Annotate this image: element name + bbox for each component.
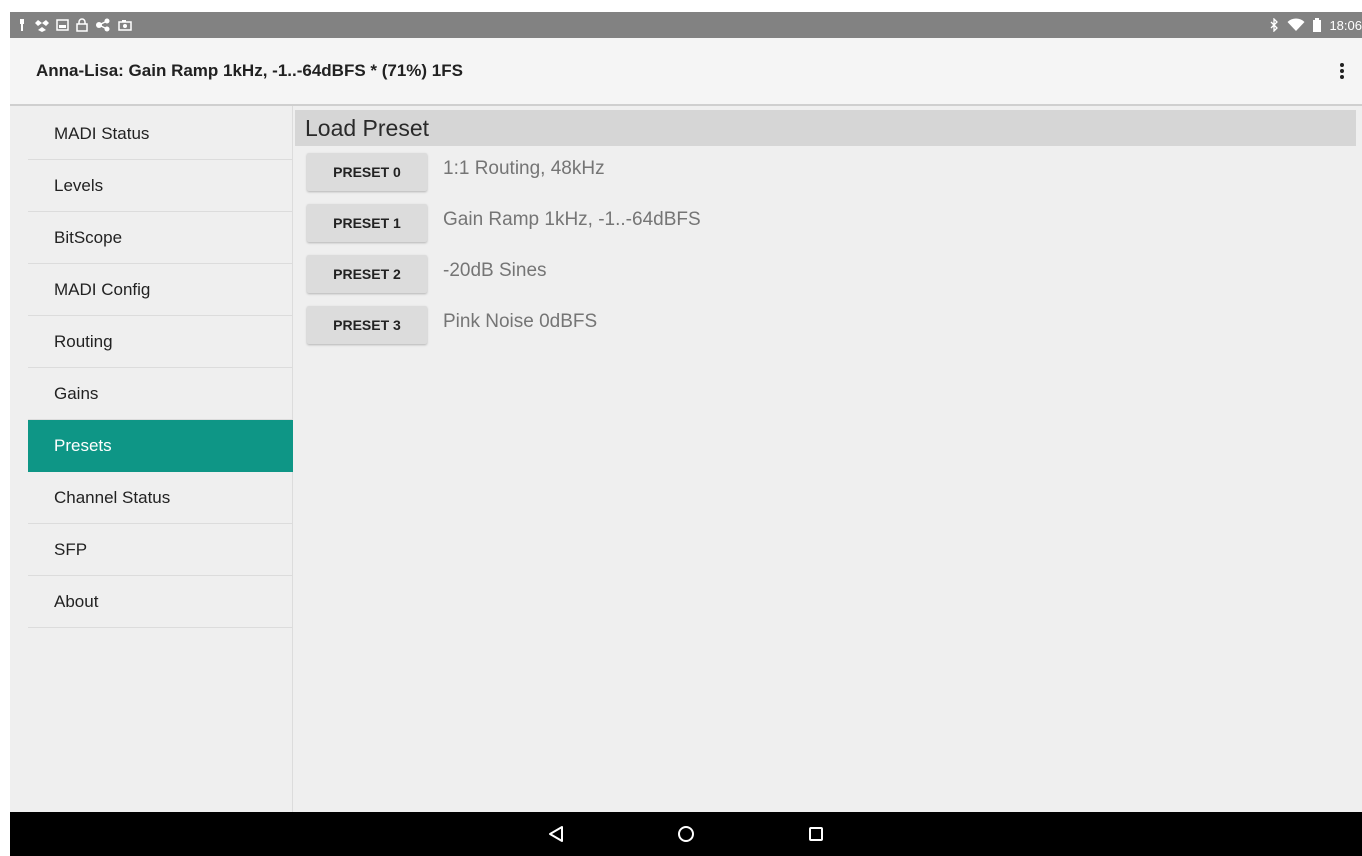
preset-row: PRESET 2 -20dB Sines bbox=[295, 248, 1356, 299]
preset-description: 1:1 Routing, 48kHz bbox=[443, 157, 605, 179]
recents-button[interactable] bbox=[751, 812, 881, 856]
section-title: Load Preset bbox=[295, 110, 1356, 146]
sidebar-item-gains[interactable]: Gains bbox=[28, 368, 293, 420]
sidebar-item-madi-status[interactable]: MADI Status bbox=[28, 108, 293, 160]
sidebar-item-channel-status[interactable]: Channel Status bbox=[28, 472, 293, 524]
preset-1-button[interactable]: PRESET 1 bbox=[307, 203, 427, 242]
battery-icon bbox=[1313, 18, 1322, 32]
overflow-menu-button[interactable] bbox=[1322, 51, 1362, 91]
image-icon bbox=[56, 19, 69, 31]
more-vert-icon bbox=[1340, 63, 1344, 79]
sidebar-item-presets[interactable]: Presets bbox=[28, 420, 293, 472]
content-area: MADI Status Levels BitScope MADI Config … bbox=[10, 106, 1362, 812]
preset-0-button[interactable]: PRESET 0 bbox=[307, 152, 427, 191]
recents-icon bbox=[809, 827, 823, 841]
preset-2-button[interactable]: PRESET 2 bbox=[307, 254, 427, 293]
back-icon bbox=[549, 826, 563, 842]
presets-panel: Load Preset PRESET 0 1:1 Routing, 48kHz … bbox=[293, 106, 1362, 812]
dropbox-icon bbox=[35, 18, 49, 32]
preset-3-button[interactable]: PRESET 3 bbox=[307, 305, 427, 344]
preset-row: PRESET 3 Pink Noise 0dBFS bbox=[295, 299, 1356, 350]
navigation-bar bbox=[10, 812, 1362, 856]
app-bar: Anna-Lisa: Gain Ramp 1kHz, -1..-64dBFS *… bbox=[10, 38, 1362, 106]
sidebar: MADI Status Levels BitScope MADI Config … bbox=[10, 106, 293, 812]
home-icon bbox=[678, 826, 694, 842]
sidebar-item-about[interactable]: About bbox=[28, 576, 293, 628]
preset-description: Gain Ramp 1kHz, -1..-64dBFS bbox=[443, 208, 701, 230]
usb-icon bbox=[16, 18, 28, 32]
sidebar-item-bitscope[interactable]: BitScope bbox=[28, 212, 293, 264]
preset-description: Pink Noise 0dBFS bbox=[443, 310, 598, 332]
sidebar-item-levels[interactable]: Levels bbox=[28, 160, 293, 212]
status-bar: 18:06 bbox=[10, 12, 1362, 38]
photo-icon bbox=[118, 19, 132, 31]
app-title: Anna-Lisa: Gain Ramp 1kHz, -1..-64dBFS *… bbox=[36, 61, 463, 80]
preset-description: -20dB Sines bbox=[443, 259, 547, 281]
sidebar-item-madi-config[interactable]: MADI Config bbox=[28, 264, 293, 316]
sidebar-item-sfp[interactable]: SFP bbox=[28, 524, 293, 576]
back-button[interactable] bbox=[491, 812, 621, 856]
wifi-icon bbox=[1287, 18, 1305, 32]
system-icons: 18:06 bbox=[1269, 18, 1362, 33]
bluetooth-icon bbox=[1269, 18, 1279, 32]
home-button[interactable] bbox=[621, 812, 751, 856]
status-time: 18:06 bbox=[1329, 17, 1362, 33]
notification-icons bbox=[16, 18, 132, 32]
preset-row: PRESET 0 1:1 Routing, 48kHz bbox=[295, 146, 1356, 197]
share-icon bbox=[95, 18, 111, 32]
sidebar-item-routing[interactable]: Routing bbox=[28, 316, 293, 368]
lock-icon bbox=[76, 18, 88, 32]
preset-row: PRESET 1 Gain Ramp 1kHz, -1..-64dBFS bbox=[295, 197, 1356, 248]
